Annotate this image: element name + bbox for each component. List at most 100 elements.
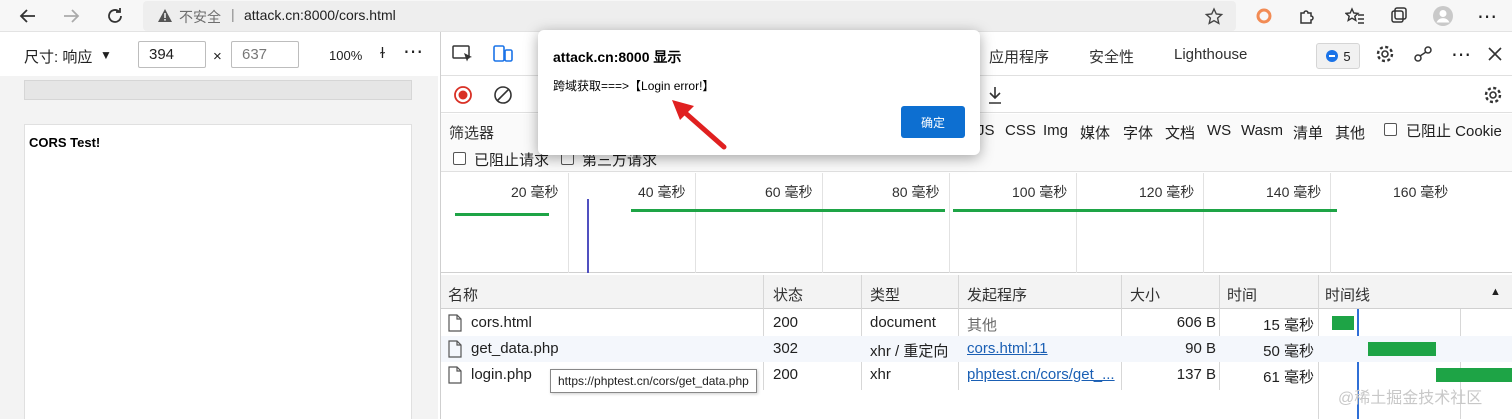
overview-timeline[interactable]: 20 毫秒 40 毫秒 60 毫秒 80 毫秒 100 毫秒 120 毫秒 14… (441, 173, 1512, 273)
favorites-icon[interactable] (1343, 4, 1367, 28)
filter-other[interactable]: 其他 (1335, 122, 1365, 143)
overview-gridline (1330, 173, 1331, 273)
add-favorite-icon[interactable] (1204, 7, 1224, 27)
collections-icon[interactable] (1387, 4, 1411, 28)
request-type: document (870, 314, 936, 331)
width-input[interactable]: 394 (138, 41, 206, 68)
dom-content-loaded-marker (587, 199, 589, 273)
tab-lighthouse[interactable]: Lighthouse (1174, 46, 1247, 63)
times-symbol: × (213, 48, 222, 65)
devtools-settings-icon[interactable] (1373, 42, 1397, 66)
request-name: login.php (471, 366, 532, 383)
connected-devices-icon[interactable] (1411, 42, 1435, 66)
request-initiator-link[interactable]: phptest.cn/cors/get_... (967, 366, 1115, 383)
reload-icon (108, 8, 122, 23)
column-initiator[interactable]: 发起程序 (967, 284, 1027, 305)
emulated-viewport: CORS Test! (0, 76, 438, 419)
filter-input[interactable]: 筛选器 (449, 122, 494, 143)
request-size: 606 B (1176, 314, 1216, 331)
filter-img[interactable]: Img (1043, 122, 1068, 139)
overview-gridline (949, 173, 950, 273)
sort-up-icon[interactable]: ▲ (1490, 286, 1501, 298)
blocked-cookies-label: 已阻止 Cookie (1406, 123, 1502, 140)
tab-application[interactable]: 应用程序 (989, 46, 1049, 67)
filter-media[interactable]: 媒体 (1080, 122, 1110, 143)
device-emulation-icon[interactable] (491, 42, 515, 66)
overview-label-40ms: 40 毫秒 (638, 184, 686, 200)
back-arrow-icon (19, 9, 35, 23)
url-text[interactable]: attack.cn:8000/cors.html (244, 7, 396, 23)
filter-doc[interactable]: 文档 (1165, 122, 1195, 143)
requests-table-header: 名称 状态 类型 发起程序 大小 时间 时间线 ▲ (441, 275, 1512, 309)
overview-bar-login (953, 209, 1337, 212)
url-separator: | (231, 6, 235, 22)
clear-icon[interactable] (491, 83, 515, 107)
height-input[interactable]: 637 (231, 41, 299, 68)
message-icon (1326, 50, 1339, 62)
issues-badge[interactable]: 5 (1316, 43, 1360, 69)
extensions-puzzle-icon[interactable] (1295, 4, 1319, 28)
waterfall-bar (1436, 368, 1512, 382)
request-time: 50 毫秒 (1263, 343, 1314, 360)
overview-label-140ms: 140 毫秒 (1266, 184, 1322, 200)
overview-bar-cors (455, 213, 549, 216)
ok-button[interactable]: 确定 (901, 106, 965, 138)
alert-title: attack.cn:8000 显示 (553, 49, 682, 65)
filter-wasm[interactable]: Wasm (1241, 122, 1283, 139)
caret-down-icon[interactable]: ▼ (100, 48, 112, 62)
extension-orange-icon[interactable] (1252, 4, 1276, 28)
alert-dialog: attack.cn:8000 显示 跨域获取===>【Login error!】… (538, 30, 980, 155)
network-settings-icon[interactable] (1481, 83, 1505, 107)
record-icon[interactable] (451, 83, 475, 107)
device-toolbar: 尺寸: 响应 ▼ 394 × 637 100% ɫ ⋯ (0, 37, 438, 75)
blocked-cookies-checkbox[interactable] (1384, 123, 1397, 136)
dimensions-label[interactable]: 尺寸: 响应 (24, 46, 92, 67)
column-name[interactable]: 名称 (448, 284, 478, 305)
devtools-more-icon[interactable]: ⋯ (1449, 42, 1473, 66)
overview-label-100ms: 100 毫秒 (1012, 184, 1068, 200)
filter-manifest[interactable]: 清单 (1293, 122, 1323, 143)
column-size[interactable]: 大小 (1130, 284, 1160, 305)
document-icon (448, 366, 462, 384)
filter-css[interactable]: CSS (1005, 122, 1036, 139)
close-devtools-icon[interactable] (1483, 42, 1507, 66)
overview-gridline (1203, 173, 1204, 273)
request-status: 200 (773, 314, 799, 331)
overview-bar-get-data (631, 209, 945, 212)
overview-label-60ms: 60 毫秒 (765, 184, 813, 200)
request-initiator-link[interactable]: cors.html:11 (967, 340, 1048, 357)
column-type[interactable]: 类型 (870, 284, 900, 305)
zoom-select[interactable]: 100% (329, 48, 362, 63)
settings-more-icon[interactable]: ⋯ (1475, 4, 1499, 28)
overview-label-20ms: 20 毫秒 (511, 184, 559, 200)
page-heading: CORS Test! (29, 135, 101, 150)
table-row[interactable]: cors.html 200 document 其他 606 B 15 毫秒 (441, 310, 1512, 336)
inspect-element-icon[interactable] (451, 42, 475, 66)
column-waterfall[interactable]: 时间线 (1325, 284, 1370, 305)
column-time[interactable]: 时间 (1227, 284, 1257, 305)
rotate-icon[interactable]: ɫ (380, 45, 385, 62)
tab-security[interactable]: 安全性 (1089, 46, 1134, 67)
request-status: 200 (773, 366, 799, 383)
forward-button[interactable] (59, 4, 83, 28)
device-more-icon[interactable]: ⋯ (403, 39, 424, 64)
profile-avatar[interactable] (1431, 4, 1455, 28)
filter-ws[interactable]: WS (1207, 122, 1231, 139)
request-type: xhr (870, 366, 891, 383)
media-query-ruler[interactable] (24, 80, 412, 100)
request-status: 302 (773, 340, 799, 357)
table-row[interactable]: get_data.php 302 xhr / 重定向 cors.html:11 … (441, 336, 1512, 362)
export-har-icon[interactable] (983, 83, 1007, 107)
reload-button[interactable] (103, 4, 127, 28)
overview-label-120ms: 120 毫秒 (1139, 184, 1195, 200)
blocked-requests-checkbox[interactable] (453, 152, 466, 165)
overview-label-160ms: 160 毫秒 (1393, 184, 1449, 200)
column-status[interactable]: 状态 (773, 284, 803, 305)
overview-gridline (568, 173, 569, 273)
annotation-arrow-icon (672, 100, 727, 150)
overview-gridline (1076, 173, 1077, 273)
overview-gridline (695, 173, 696, 273)
address-bar[interactable]: 不安全 | attack.cn:8000/cors.html (143, 1, 1236, 31)
filter-font[interactable]: 字体 (1123, 122, 1153, 143)
back-button[interactable] (16, 4, 40, 28)
